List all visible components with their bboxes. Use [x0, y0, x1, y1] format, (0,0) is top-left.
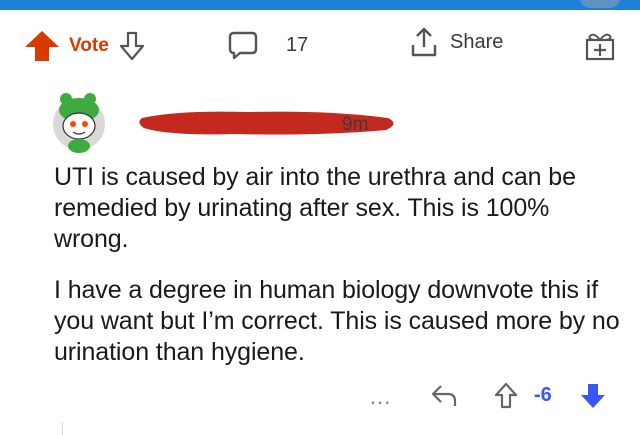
- comment-action-bar: ... -6: [360, 378, 620, 414]
- comment-paragraph: UTI is caused by air into the urethra an…: [54, 163, 576, 253]
- comment-downvote-button[interactable]: [580, 382, 606, 410]
- comments-button[interactable]: 17: [228, 30, 308, 60]
- comment-timestamp: 9m: [342, 114, 369, 135]
- award-icon: [585, 33, 615, 61]
- comment-body: UTI is caused by air into the urethra an…: [54, 162, 624, 388]
- vote-control: Vote: [24, 30, 145, 62]
- award-button[interactable]: [584, 30, 616, 62]
- comment-score: -6: [534, 384, 552, 406]
- reply-icon: [431, 385, 457, 406]
- upvote-arrow-icon[interactable]: [24, 30, 60, 62]
- comment-count: 17: [286, 33, 309, 56]
- vote-label: Vote: [69, 35, 109, 56]
- top-bar: [0, 0, 640, 10]
- thread-line: [62, 422, 63, 435]
- reply-button[interactable]: [430, 382, 458, 408]
- comment-paragraph: I have a degree in human biology downvot…: [54, 276, 620, 366]
- post-action-bar: Vote 17 Share: [0, 24, 640, 70]
- comment-upvote-button[interactable]: [494, 382, 518, 410]
- share-label: Share: [450, 30, 504, 53]
- snoo-avatar-icon[interactable]: [50, 88, 108, 154]
- upvote-icon: [494, 382, 518, 409]
- comment-bubble-icon: [228, 31, 258, 60]
- more-icon[interactable]: ...: [370, 384, 391, 410]
- downvote-icon: [581, 384, 605, 408]
- header-decoration: [580, 0, 620, 8]
- share-icon: [411, 27, 437, 57]
- share-button[interactable]: Share: [410, 26, 503, 58]
- downvote-arrow-icon[interactable]: [119, 31, 145, 61]
- comment-header: 9m: [50, 88, 610, 158]
